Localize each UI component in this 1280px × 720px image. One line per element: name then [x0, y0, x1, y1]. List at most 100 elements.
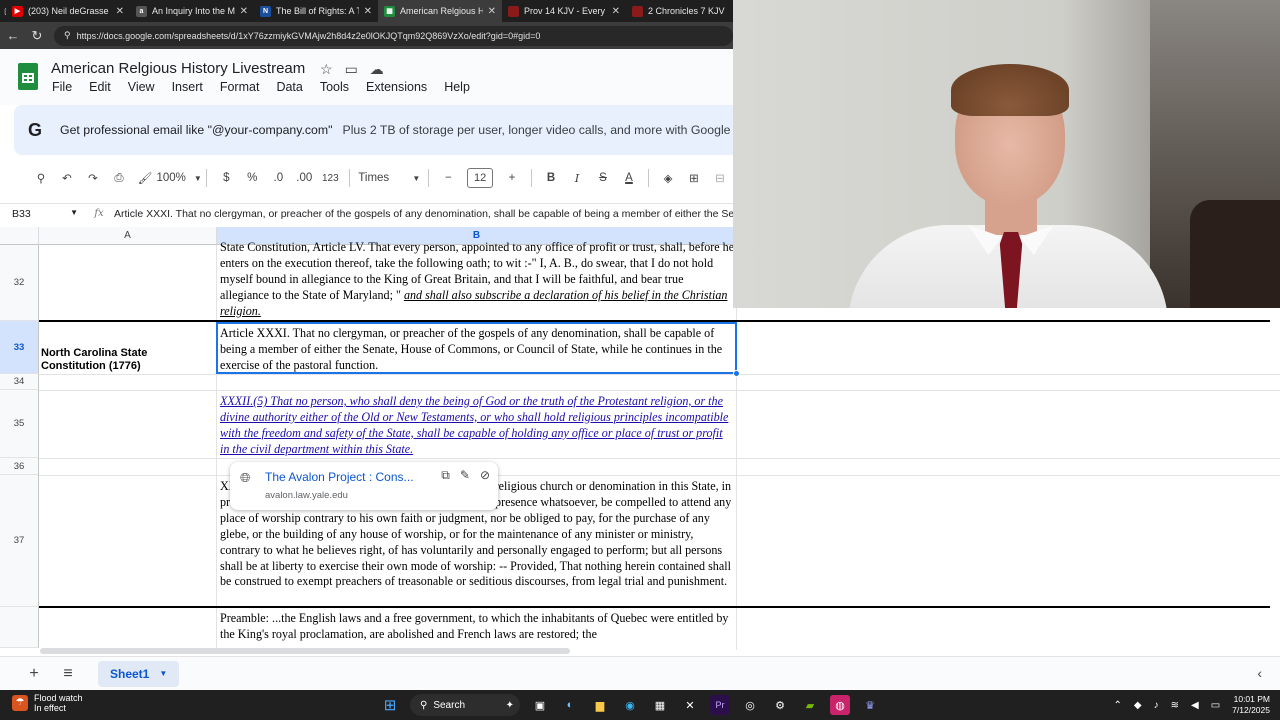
row-header-33[interactable]: 33	[0, 321, 39, 374]
increase-decimal-button[interactable]: .00	[291, 166, 317, 190]
file-explorer-icon[interactable]: ▆	[590, 695, 610, 715]
more-formats-button[interactable]: 123	[317, 166, 343, 190]
borders-icon[interactable]: ⊞	[681, 166, 707, 190]
close-icon[interactable]: ✕	[488, 6, 496, 17]
merge-cells-icon[interactable]: ⊟	[707, 166, 733, 190]
copilot-icon[interactable]: ◐	[560, 695, 580, 715]
select-all-corner[interactable]	[0, 227, 39, 245]
menu-format[interactable]: Format	[220, 80, 260, 94]
remove-link-icon[interactable]: ⊘	[480, 468, 490, 483]
teams-icon[interactable]: ♛	[860, 695, 880, 715]
fill-handle[interactable]	[733, 370, 740, 377]
document-title[interactable]: American Relgious History Livestream	[51, 60, 305, 77]
sheets-logo-icon[interactable]	[18, 63, 38, 90]
menu-insert[interactable]: Insert	[172, 80, 203, 94]
menu-help[interactable]: Help	[444, 80, 470, 94]
edge-browser-icon[interactable]: ◉	[620, 695, 640, 715]
browser-tab-prov14[interactable]: Prov 14 KJV - Every wis ✕	[502, 0, 626, 22]
back-arrow-icon[interactable]: ←	[6, 28, 20, 43]
close-icon[interactable]: ✕	[116, 6, 124, 17]
cell-a33[interactable]: North Carolina State Constitution (1776)	[41, 347, 211, 372]
zoom-select[interactable]: 100% ▼	[156, 166, 201, 190]
close-icon[interactable]: ✕	[240, 6, 248, 17]
paint-format-icon[interactable]: 🖌︎	[132, 166, 158, 190]
battery-icon[interactable]: ▭	[1211, 700, 1220, 711]
browser-tab-sheets[interactable]: ▦ American Relgious Hist ✕	[378, 0, 502, 22]
font-size-input[interactable]: 12	[467, 168, 493, 188]
chevron-down-icon[interactable]: ▼	[159, 669, 167, 678]
settings-icon[interactable]: ⚙	[770, 695, 790, 715]
row-header-34[interactable]: 34	[0, 374, 39, 390]
move-folder-icon[interactable]: ▭	[345, 61, 358, 78]
star-icon[interactable]: ☆	[320, 61, 333, 78]
taskbar-search[interactable]: ⚲ Search ✦	[410, 694, 520, 716]
browser-tab-bill-of-rights[interactable]: N The Bill of Rights: A Tra ✕	[254, 0, 378, 22]
row-header-36[interactable]: 36	[0, 458, 39, 475]
horizontal-scrollbar[interactable]	[40, 648, 570, 654]
redo-icon[interactable]: ↷	[80, 166, 106, 190]
weather-widget[interactable]: ☂ Flood watch In effect	[12, 693, 83, 713]
decrease-decimal-button[interactable]: .0	[265, 166, 291, 190]
search-menus-icon[interactable]: ⚲	[28, 166, 54, 190]
menu-file[interactable]: File	[52, 80, 72, 94]
copy-link-icon[interactable]: ⧉	[441, 468, 450, 483]
fill-color-icon[interactable]: ◈	[655, 166, 681, 190]
menu-extensions[interactable]: Extensions	[366, 80, 427, 94]
obs-icon[interactable]: ✕	[680, 695, 700, 715]
microphone-icon[interactable]: ♪	[1154, 700, 1159, 711]
windows-start-icon[interactable]: ⊞	[380, 695, 400, 715]
nvidia-icon[interactable]: ▰	[800, 695, 820, 715]
undo-icon[interactable]: ↶	[54, 166, 80, 190]
italic-icon[interactable]: I	[564, 166, 590, 190]
task-view-icon[interactable]: ▣	[530, 695, 550, 715]
bold-icon[interactable]: B	[538, 166, 564, 190]
workspace-promo-banner[interactable]: G Get professional email like "@your-com…	[14, 105, 733, 155]
cell-b32[interactable]: State Constitution, Article LV. That eve…	[220, 240, 735, 320]
app-icon[interactable]: ◍	[830, 695, 850, 715]
link-title[interactable]: The Avalon Project : Cons...	[265, 470, 415, 484]
edit-link-icon[interactable]: ✎	[460, 468, 470, 483]
clock[interactable]: 10:01 PM 7/12/2025	[1232, 694, 1270, 716]
sheet-tab-sheet1[interactable]: Sheet1 ▼	[98, 660, 180, 687]
font-select[interactable]: Times ▼	[356, 166, 422, 190]
close-icon[interactable]: ✕	[612, 6, 620, 17]
volume-icon[interactable]: ◀	[1191, 700, 1199, 711]
browser-tab-youtube[interactable]: ▶ (203) Neil deGrasse Ty ✕	[6, 0, 130, 22]
cloud-saved-icon[interactable]: ☁	[370, 61, 384, 78]
add-sheet-icon[interactable]: +	[18, 665, 50, 683]
cell-b35[interactable]: XXXII.(5) That no person, who shall deny…	[220, 394, 735, 458]
all-sheets-icon[interactable]: ≡	[52, 665, 84, 683]
row-header-32[interactable]: 32	[0, 245, 39, 321]
browser-tab-inquiry[interactable]: a An Inquiry Into the Mo ✕	[130, 0, 254, 22]
strikethrough-icon[interactable]: S	[590, 166, 616, 190]
cell-b38[interactable]: Preamble: ...the English laws and a free…	[220, 611, 735, 648]
menu-tools[interactable]: Tools	[320, 80, 349, 94]
currency-format-button[interactable]: $	[213, 166, 239, 190]
row-header-37[interactable]: 37	[0, 475, 39, 607]
formula-input[interactable]: Article XXXI. That no clergyman, or prea…	[114, 208, 733, 220]
increase-font-size-icon[interactable]: +	[499, 166, 525, 190]
wifi-icon[interactable]: ≋	[1171, 700, 1179, 711]
name-box[interactable]: B33 ▼	[0, 208, 84, 220]
url-field[interactable]: ⚲ https://docs.google.com/spreadsheets/d…	[54, 25, 733, 46]
percent-format-button[interactable]: %	[239, 166, 265, 190]
column-header-a[interactable]: A	[39, 227, 217, 245]
close-icon[interactable]: ✕	[364, 6, 372, 17]
row-header-38[interactable]	[0, 607, 39, 648]
store-icon[interactable]: ▦	[650, 695, 670, 715]
menu-view[interactable]: View	[128, 80, 155, 94]
print-icon[interactable]: ⎙	[106, 166, 132, 190]
site-info-icon[interactable]: ⚲	[64, 30, 71, 41]
reload-icon[interactable]: ↻	[30, 28, 44, 44]
premiere-icon[interactable]: Pr	[710, 695, 730, 715]
decrease-font-size-icon[interactable]: −	[435, 166, 461, 190]
chevron-up-icon[interactable]: ⌃	[1114, 700, 1122, 711]
collapse-side-panel-icon[interactable]: ‹	[1257, 665, 1262, 681]
browser-tab-2chron7[interactable]: 2 Chronicles 7 KJV	[626, 0, 750, 22]
menu-data[interactable]: Data	[276, 80, 302, 94]
text-color-icon[interactable]: A	[616, 166, 642, 190]
row-header-35[interactable]: 35	[0, 390, 39, 458]
chrome-icon[interactable]: ◎	[740, 695, 760, 715]
menu-edit[interactable]: Edit	[89, 80, 111, 94]
tray-app-icon[interactable]: ◆	[1134, 700, 1142, 711]
